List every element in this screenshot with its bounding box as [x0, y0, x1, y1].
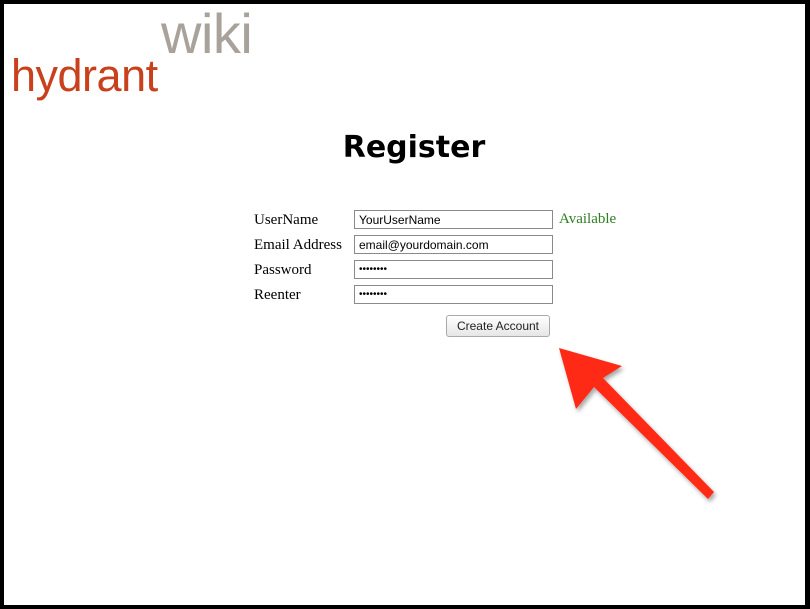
arrow-icon: [559, 348, 714, 499]
page: wiki hydrant Register UserName Available…: [4, 4, 805, 605]
